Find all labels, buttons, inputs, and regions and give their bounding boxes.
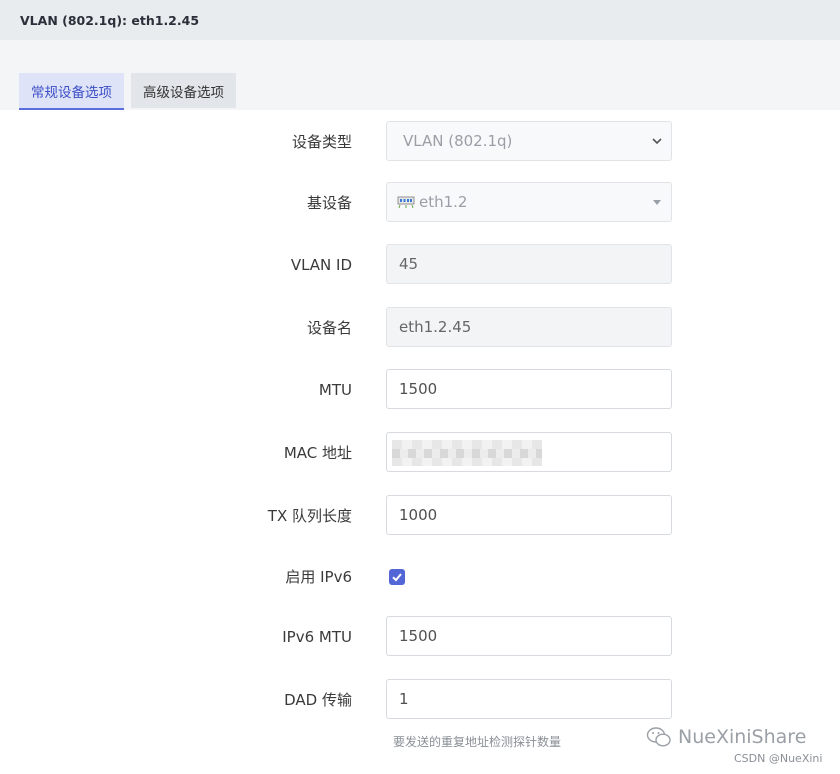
network-port-icon <box>397 196 415 209</box>
tx-queue-value: 1000 <box>399 506 438 524</box>
tab-advanced-options[interactable]: 高级设备选项 <box>131 73 236 108</box>
device-name-value: eth1.2.45 <box>399 318 472 336</box>
row-tx-queue: TX 队列长度 1000 <box>0 495 840 537</box>
row-device-type: 设备类型 VLAN (802.1q) <box>0 121 840 163</box>
device-name-input[interactable]: eth1.2.45 <box>386 307 672 347</box>
row-ipv6-mtu: IPv6 MTU 1500 <box>0 616 840 658</box>
vlan-id-label: VLAN ID <box>290 256 352 274</box>
base-device-label: 基设备 <box>306 194 352 212</box>
enable-ipv6-label: 启用 IPv6 <box>285 568 352 586</box>
device-name-label: 设备名 <box>306 319 352 337</box>
row-vlan-id: VLAN ID 45 <box>0 244 840 286</box>
enable-ipv6-checkbox[interactable] <box>389 569 405 585</box>
ipv6-mtu-value: 1500 <box>399 627 438 645</box>
checkmark-icon <box>392 573 402 582</box>
vlan-id-value: 45 <box>399 255 419 273</box>
watermark-text: NueXiniShare <box>678 726 807 748</box>
tx-queue-input[interactable]: 1000 <box>386 495 672 535</box>
dad-transmits-input[interactable]: 1 <box>386 679 672 719</box>
redacted-mac-blur-inner <box>392 449 542 458</box>
watermark: NueXiniShare <box>646 726 806 748</box>
ipv6-mtu-label: IPv6 MTU <box>282 628 352 646</box>
chevron-down-icon <box>652 138 662 145</box>
row-mtu: MTU 1500 <box>0 369 840 411</box>
mac-address-label: MAC 地址 <box>283 444 352 462</box>
vlan-id-input[interactable]: 45 <box>386 244 672 284</box>
title-bar: VLAN (802.1q): eth1.2.45 <box>0 0 840 40</box>
row-mac-address: MAC 地址 <box>0 432 840 474</box>
dad-transmits-value: 1 <box>399 690 409 708</box>
device-type-value: VLAN (802.1q) <box>403 132 513 150</box>
base-device-value: eth1.2 <box>419 193 468 211</box>
page-title: VLAN (802.1q): eth1.2.45 <box>20 12 200 28</box>
row-device-name: 设备名 eth1.2.45 <box>0 307 840 349</box>
dad-transmits-label: DAD 传输 <box>284 691 352 709</box>
row-dad-transmits: DAD 传输 1 <box>0 679 840 721</box>
wechat-icon <box>646 727 671 747</box>
mtu-input[interactable]: 1500 <box>386 369 672 409</box>
mtu-value: 1500 <box>399 380 438 398</box>
tab-bar: 常规设备选项 高级设备选项 <box>19 73 236 111</box>
tx-queue-label: TX 队列长度 <box>267 507 352 525</box>
base-device-select[interactable]: eth1.2 <box>386 182 672 222</box>
watermark-sub: CSDN @NueXini <box>734 752 823 765</box>
dropdown-arrow-icon <box>653 200 661 205</box>
device-type-select[interactable]: VLAN (802.1q) <box>386 121 672 161</box>
row-base-device: 基设备 eth1.2 <box>0 182 840 224</box>
mtu-label: MTU <box>318 381 352 399</box>
device-type-label: 设备类型 <box>291 133 352 151</box>
row-enable-ipv6: 启用 IPv6 <box>0 556 840 598</box>
ipv6-mtu-input[interactable]: 1500 <box>386 616 672 656</box>
dad-transmits-hint: 要发送的重复地址检测探针数量 <box>393 735 562 749</box>
tab-general-options[interactable]: 常规设备选项 <box>19 73 124 111</box>
